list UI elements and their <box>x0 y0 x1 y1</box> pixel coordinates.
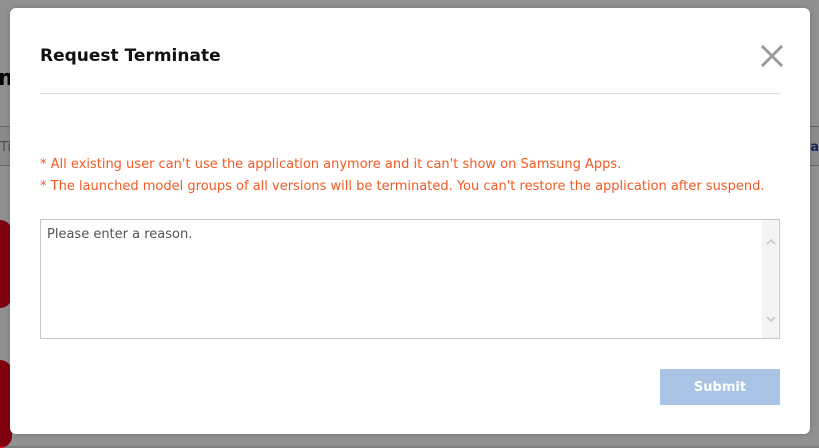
warning-message: * All existing user can't use the applic… <box>40 157 622 172</box>
warning-message: * The launched model groups of all versi… <box>40 179 765 194</box>
chevron-up-icon <box>765 231 776 250</box>
close-icon <box>760 44 784 72</box>
reason-scrollbar[interactable] <box>762 220 779 338</box>
scroll-down-button[interactable] <box>764 311 777 324</box>
reason-textarea[interactable] <box>41 220 762 338</box>
scroll-up-button[interactable] <box>764 234 777 247</box>
submit-button[interactable]: Submit <box>660 369 780 405</box>
close-button[interactable] <box>758 44 786 72</box>
title-divider <box>40 93 780 94</box>
dialog-title: Request Terminate <box>40 46 221 66</box>
chevron-down-icon <box>765 308 776 327</box>
reason-field-container <box>40 219 780 339</box>
request-terminate-dialog: Request Terminate * All existing user ca… <box>10 8 810 434</box>
